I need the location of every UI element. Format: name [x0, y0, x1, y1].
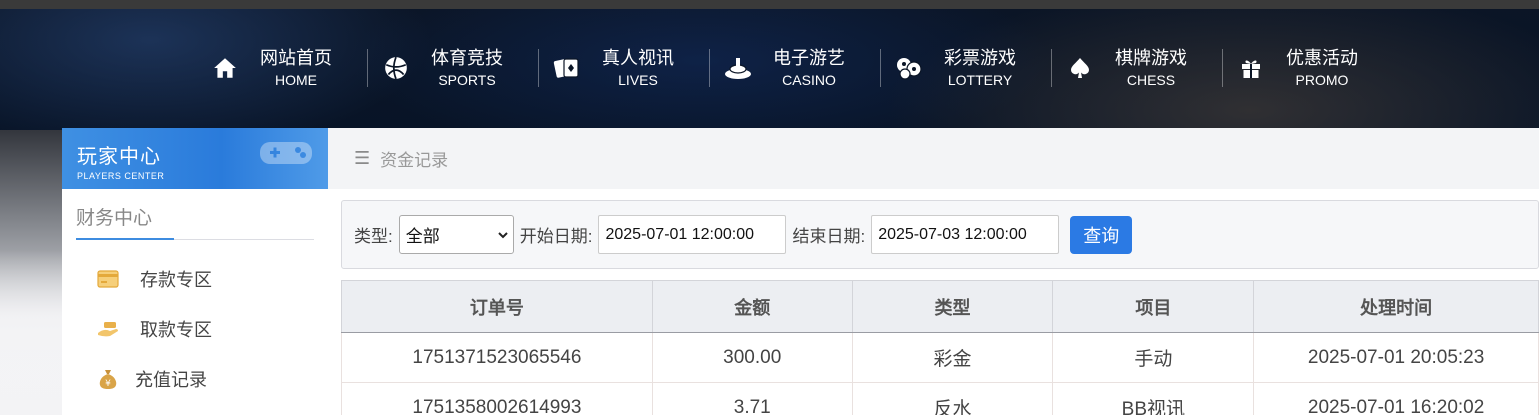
start-date-input[interactable]	[598, 215, 787, 254]
end-date-label: 结束日期:	[792, 227, 866, 246]
nav-item-home[interactable]: 网站首页 HOME	[196, 40, 367, 96]
nav-sublabel: LIVES	[618, 71, 658, 88]
player-sidebar: 玩家中心 PLAYERS CENTER 财务中心 存款专区 取款专区 ¥ 充值记…	[62, 128, 328, 415]
lottery-balls-icon	[894, 53, 924, 83]
svg-text:¥: ¥	[105, 379, 111, 389]
breadcrumb: ☰ 资金记录	[328, 128, 1539, 189]
sidebar-header: 玩家中心 PLAYERS CENTER	[62, 128, 328, 189]
column-header[interactable]: 项目	[1052, 280, 1255, 333]
funds-table: 订单号 金额 类型 项目 处理时间 1751371523065546 300.0…	[341, 280, 1539, 415]
nav-sublabel: LOTTERY	[947, 71, 1013, 88]
sidebar-item-withdraw[interactable]: 取款专区	[62, 304, 328, 354]
withdraw-hand-icon	[96, 317, 120, 341]
table-header-row: 订单号 金额 类型 项目 处理时间	[341, 280, 1539, 333]
sidebar-section-finance: 财务中心	[76, 203, 314, 240]
sidebar-item-label: 存款专区	[140, 270, 212, 290]
column-header[interactable]: 处理时间	[1253, 280, 1539, 333]
table-row: 1751358002614993 3.71 反水 BB视讯 2025-07-01…	[341, 382, 1539, 415]
cards-icon	[552, 53, 582, 83]
sidebar-item-recharge-records[interactable]: ¥ 充值记录	[62, 354, 328, 404]
item-cell: BB视讯	[1052, 382, 1255, 415]
top-strip	[0, 0, 1539, 9]
nav-sublabel: PROMO	[1295, 71, 1349, 88]
nav-item-lottery[interactable]: 彩票游戏 LOTTERY	[880, 40, 1051, 96]
sidebar-item-label: 充值记录	[135, 370, 207, 390]
column-header[interactable]: 金额	[651, 280, 853, 333]
amount-cell: 3.71	[651, 382, 853, 415]
chevron-down-icon	[498, 231, 508, 238]
end-date-input[interactable]	[871, 215, 1060, 254]
home-icon	[210, 53, 240, 83]
nav-label: 真人视讯	[602, 48, 674, 69]
nav-label: 优惠活动	[1286, 48, 1358, 69]
filter-bar: 类型: 全部 开始日期: 结束日期: 查询	[341, 200, 1539, 269]
nav-item-lives[interactable]: 真人视讯 LIVES	[538, 40, 709, 96]
column-header[interactable]: 类型	[851, 280, 1054, 333]
amount-cell: 300.00	[651, 332, 853, 383]
main-panel: ☰ 资金记录 类型: 全部 开始日期: 结束日期: 查询 订单号 金额 类型 项…	[328, 128, 1539, 415]
column-header[interactable]: 订单号	[341, 280, 653, 333]
order-id-cell: 1751358002614993	[341, 382, 653, 415]
slot-icon	[723, 53, 753, 83]
nav-label: 体育竞技	[431, 48, 503, 69]
time-cell: 2025-07-01 16:20:02	[1253, 382, 1539, 415]
start-date-label: 开始日期:	[519, 227, 593, 246]
sidebar-item-deposit[interactable]: 存款专区	[62, 254, 328, 304]
nav-label: 网站首页	[260, 48, 332, 69]
type-select[interactable]: 全部	[398, 215, 514, 254]
deposit-card-icon	[96, 267, 120, 291]
main-nav: 网站首页 HOME 体育竞技 SPORTS 真人视讯 LIVES 电子游艺 CASINO…	[196, 40, 1393, 96]
nav-sublabel: HOME	[275, 71, 317, 88]
nav-sublabel: CHESS	[1126, 71, 1176, 88]
ball-icon	[381, 53, 411, 83]
menu-icon[interactable]: ☰	[354, 148, 370, 169]
nav-item-casino[interactable]: 电子游艺 CASINO	[709, 40, 880, 96]
nav-item-promo[interactable]: 优惠活动 PROMO	[1222, 40, 1393, 96]
nav-sublabel: CASINO	[782, 71, 836, 88]
query-button[interactable]: 查询	[1070, 215, 1133, 254]
page-title: 资金记录	[380, 151, 449, 170]
type-cell: 彩金	[851, 332, 1054, 383]
nav-item-chess[interactable]: 棋牌游戏 CHESS	[1051, 40, 1222, 96]
money-bag-icon: ¥	[96, 367, 120, 391]
time-cell: 2025-07-01 20:05:23	[1253, 332, 1539, 383]
table-row: 1751371523065546 300.00 彩金 手动 2025-07-01…	[341, 332, 1539, 383]
sidebar-section-label: 财务中心	[76, 208, 153, 229]
nav-sublabel: SPORTS	[438, 71, 496, 88]
type-select-value: 全部	[405, 227, 440, 246]
type-label: 类型:	[354, 227, 393, 246]
sidebar-item-label: 取款专区	[140, 320, 212, 340]
type-cell: 反水	[851, 382, 1054, 415]
sidebar-subtitle: PLAYERS CENTER	[77, 171, 165, 181]
nav-label: 电子游艺	[773, 48, 845, 69]
order-id-cell: 1751371523065546	[341, 332, 653, 383]
gamepad-icon	[260, 142, 312, 164]
nav-item-sports[interactable]: 体育竞技 SPORTS	[367, 40, 538, 96]
nav-label: 棋牌游戏	[1115, 48, 1187, 69]
item-cell: 手动	[1052, 332, 1255, 383]
nav-label: 彩票游戏	[944, 48, 1016, 69]
spade-icon	[1065, 53, 1095, 83]
gift-icon	[1236, 53, 1266, 83]
